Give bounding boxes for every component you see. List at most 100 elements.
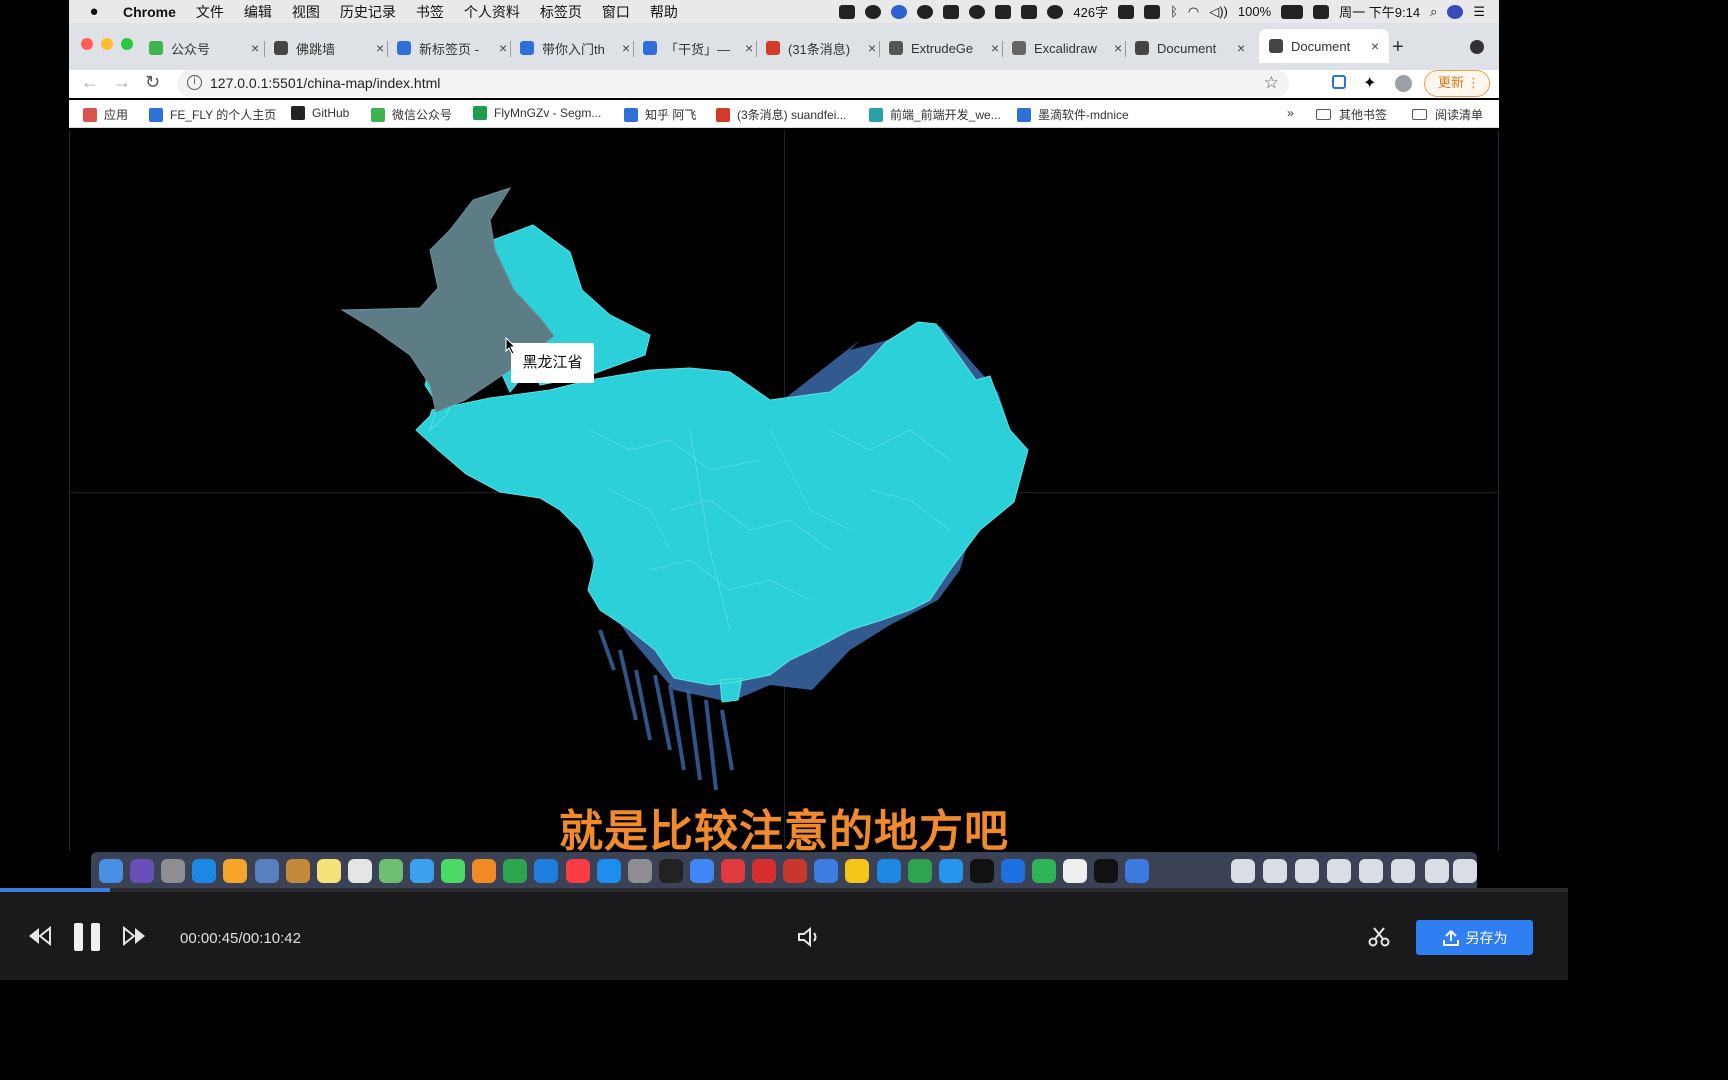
recent-window-4-icon[interactable]	[1327, 859, 1351, 883]
s-icon[interactable]	[1313, 4, 1330, 19]
recent-window-5-icon[interactable]	[1359, 859, 1383, 883]
word-count[interactable]: 426字	[1073, 2, 1108, 21]
wifi-icon[interactable]: ◠	[1188, 4, 1199, 20]
browser-tab[interactable]: ExtrudeGe ×	[889, 35, 999, 61]
numbers-icon[interactable]	[472, 859, 497, 883]
bookmark-item[interactable]: GitHub	[291, 106, 349, 120]
browser-tab[interactable]: 带你入门th ×	[520, 35, 630, 61]
tab-close-icon[interactable]: ×	[251, 40, 259, 56]
recent-window-6-icon[interactable]	[1391, 859, 1415, 883]
tab-close-icon[interactable]: ×	[1114, 40, 1122, 56]
baidu-disk-icon[interactable]	[783, 859, 808, 883]
save-as-button[interactable]: 另存为	[1416, 920, 1533, 955]
bookmark-item[interactable]: 应用	[83, 106, 128, 123]
control-center-icon[interactable]: ☰	[1473, 4, 1485, 20]
maps-icon[interactable]	[347, 859, 372, 883]
new-tab-icon[interactable]: +	[1392, 36, 1404, 59]
wechat-work-icon[interactable]	[1000, 859, 1025, 883]
evernote-icon[interactable]	[1047, 4, 1064, 19]
xmind-icon[interactable]	[721, 859, 745, 883]
extension-icon[interactable]	[1332, 75, 1346, 89]
downloads-icon[interactable]	[1425, 859, 1449, 883]
menu-profile[interactable]: 个人资料	[464, 2, 520, 22]
pages-icon[interactable]	[441, 859, 466, 883]
zoom-window-icon[interactable]	[121, 38, 133, 50]
tab-close-icon[interactable]: ×	[991, 40, 999, 56]
wps-icon[interactable]	[752, 859, 777, 883]
siri-status-icon[interactable]	[1447, 4, 1464, 19]
menu-bookmarks[interactable]: 书签	[416, 2, 444, 22]
screenshot-icon[interactable]	[1021, 4, 1038, 19]
tab-close-icon[interactable]: ×	[745, 40, 753, 56]
p-icon[interactable]	[943, 4, 960, 19]
battery-icon[interactable]	[1281, 4, 1304, 19]
bookmark-item[interactable]: 微信公众号	[371, 106, 452, 123]
settings-icon[interactable]	[596, 859, 621, 883]
reload-icon[interactable]: ↻	[145, 72, 160, 93]
site-info-icon[interactable]: i	[187, 75, 202, 90]
clock[interactable]: 周一 下午9:14	[1339, 2, 1420, 21]
tab-close-icon[interactable]: ×	[499, 40, 507, 56]
menu-edit[interactable]: 编辑	[244, 2, 272, 22]
menu-view[interactable]: 视图	[292, 2, 320, 22]
chrome-icon[interactable]	[658, 859, 683, 883]
fast-forward-icon[interactable]	[122, 926, 146, 946]
bookmark-item[interactable]: 墨滴软件-mdnice	[1017, 106, 1129, 123]
bookmarks-overflow-icon[interactable]: »	[1287, 106, 1294, 120]
camera-icon[interactable]	[1118, 4, 1135, 19]
menu-tabs[interactable]: 标签页	[540, 2, 582, 22]
safari-icon[interactable]	[192, 859, 217, 883]
bookmark-star-icon[interactable]: ☆	[1264, 73, 1279, 93]
spotlight-icon[interactable]: ⌕	[1430, 4, 1437, 20]
wechat-status-icon[interactable]	[865, 4, 882, 19]
vpn-icon[interactable]	[891, 4, 908, 19]
tab-close-icon[interactable]: ×	[376, 40, 384, 56]
uc-icon[interactable]	[969, 859, 994, 883]
terminal-icon[interactable]	[627, 859, 652, 883]
reminders-icon[interactable]	[316, 859, 341, 883]
volume-icon[interactable]: ◁))	[1209, 4, 1228, 20]
launchpad-icon[interactable]	[161, 859, 186, 883]
bluetooth-icon[interactable]: ᛒ	[1170, 4, 1178, 19]
more-menu-icon[interactable]: ⋮	[1467, 71, 1480, 95]
reading-list[interactable]: 阅读清单	[1412, 106, 1483, 123]
photos-icon[interactable]	[223, 859, 248, 883]
rewind-icon[interactable]	[28, 926, 52, 946]
tab-close-icon[interactable]: ×	[1371, 38, 1379, 54]
preview-icon[interactable]	[254, 859, 279, 883]
trash-icon[interactable]	[1453, 859, 1477, 883]
bookmark-item[interactable]: FE_FLY 的个人主页	[149, 106, 276, 123]
volume-control-icon[interactable]	[797, 927, 821, 947]
wechat-icon[interactable]	[876, 859, 901, 883]
netease-music-icon[interactable]	[689, 859, 714, 883]
cloud-icon[interactable]	[917, 4, 934, 19]
pause-icon[interactable]	[72, 922, 104, 952]
edge-icon[interactable]	[1094, 859, 1119, 883]
tab-search-icon[interactable]	[1470, 40, 1484, 54]
browser-tab[interactable]: 「干货」— ×	[643, 35, 753, 61]
docker-icon[interactable]	[907, 859, 932, 883]
menu-app-name[interactable]: Chrome	[123, 4, 176, 20]
siri-icon[interactable]	[130, 859, 155, 883]
china-map-canvas[interactable]	[70, 130, 1499, 850]
grid-icon[interactable]	[1144, 4, 1161, 19]
profile-avatar[interactable]	[1395, 75, 1412, 92]
minimize-window-icon[interactable]	[101, 38, 113, 50]
appstore-icon[interactable]	[565, 859, 590, 883]
messages-icon[interactable]	[378, 859, 403, 883]
apple-icon[interactable]: ●	[83, 3, 105, 20]
browser-tab[interactable]: 佛跳墙 ×	[274, 35, 384, 61]
facetime-icon[interactable]	[410, 859, 434, 883]
typora-icon[interactable]	[1032, 859, 1056, 883]
close-window-icon[interactable]	[81, 38, 93, 50]
browser-tab[interactable]: 新标签页 - ×	[397, 35, 507, 61]
qq-music-icon[interactable]	[814, 859, 839, 883]
clash-icon[interactable]	[969, 4, 986, 19]
update-button[interactable]: 更新 ⋮	[1424, 70, 1490, 97]
tab-close-icon[interactable]: ×	[622, 40, 630, 56]
finder-icon[interactable]	[99, 859, 123, 883]
vscode-icon[interactable]	[845, 859, 870, 883]
browser-tab[interactable]: (31条消息) ×	[766, 35, 876, 61]
recent-window-1-icon[interactable]	[1231, 859, 1255, 883]
image-tool-icon[interactable]	[839, 4, 856, 19]
